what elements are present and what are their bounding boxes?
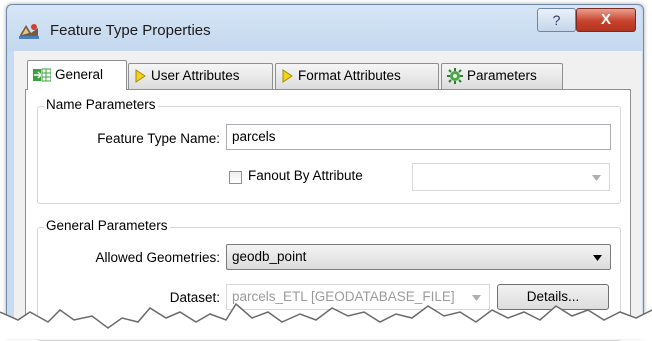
torn-edge-decoration xyxy=(0,302,652,339)
